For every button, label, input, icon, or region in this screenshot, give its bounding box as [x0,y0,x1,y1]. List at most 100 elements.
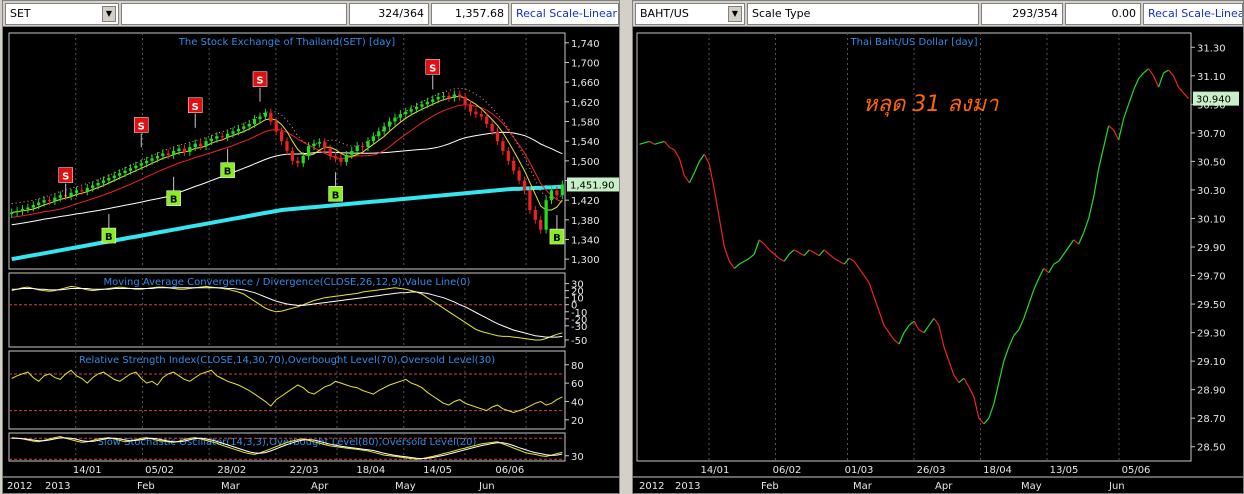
x-month-label: Mar [221,481,241,492]
right-toolbar: BAHT/US ▼ Scale Type 293/354 0.00 Recal … [633,1,1243,27]
candle-body [436,96,440,100]
x-month-label: May [395,481,416,492]
x-date-label: 05/02 [145,465,174,476]
x-month-label: 2013 [45,481,70,492]
price-segment [753,239,760,255]
price-segment [1063,246,1070,255]
candle-body [47,200,52,202]
candle-body [296,160,300,164]
y-tick-label: 1,660 [571,78,600,89]
set-chart-canvas[interactable]: 1,7401,7001,6601,6201,5801,5401,5001,460… [3,27,620,494]
x-month-label: Feb [761,481,779,492]
symbol-select[interactable]: BAHT/US ▼ [635,3,745,25]
price-segment [838,260,845,265]
candle-body [285,141,289,151]
candle-body [501,141,505,151]
price-segment [983,417,990,425]
candle-body [425,101,429,105]
price-segment [1133,78,1140,91]
candle-body [490,123,494,132]
price-segment [663,141,670,148]
x-date-label: 14/01 [701,465,730,476]
price-segment [853,260,860,269]
price-segment [863,275,870,284]
price-segment [678,158,685,176]
candle-body [560,184,564,196]
ma-short-line [11,104,563,218]
symbol-select[interactable]: SET ▼ [5,3,119,25]
candle-body [533,210,537,220]
sell-signal-label: S [192,102,199,113]
price-segment [953,375,960,383]
candle-body [20,209,25,211]
price-segment [1172,75,1180,88]
price-segment [649,140,655,145]
chevron-down-icon[interactable]: ▼ [102,6,116,22]
price-segment [848,257,855,262]
candle-body [15,210,19,213]
y-tick-label: 30.10 [1197,214,1226,225]
candle-body [544,200,548,230]
candle-body [290,151,295,161]
price-segment [744,257,750,262]
panel-title: Thai Baht/US Dollar [day] [850,37,978,48]
candle-body [479,114,483,117]
recal-scale-button[interactable]: Recal Scale-Linear [1143,3,1243,25]
candle-body [220,136,224,138]
y-tick-label: 29.70 [1197,272,1226,283]
candle-body [118,173,122,176]
buy-signal-label: B [105,232,113,243]
left-toolbar: SET ▼ 324/364 1,357.68 Recal Scale-Linea… [3,1,619,27]
baht-chart-canvas[interactable]: 31.3031.1030.9030.7030.5030.3030.1029.90… [633,27,1244,494]
x-month-label: Apr [935,481,953,492]
sell-signal-label: S [138,121,145,132]
candle-body [398,114,402,118]
x-month-label: Mar [853,481,873,492]
price-segment [783,253,790,262]
x-date-label: 06/06 [495,465,524,476]
price-segment [1163,69,1169,74]
candle-body [360,146,365,148]
price-segment [923,325,930,333]
x-axis-left: 14/01 05/02 28/02 22/03 18/04 14/05 06/06 2012 2… [3,465,619,492]
rsi-line [11,369,563,414]
price-segment [673,149,680,159]
candle-body [539,219,543,230]
candle-body [269,112,273,122]
x-month-label: May [1021,481,1042,492]
sell-signal-label: S [256,76,263,87]
price-segment [803,249,810,256]
chevron-down-icon[interactable]: ▼ [728,6,742,22]
price-segment [858,268,865,276]
scale-type-box: Scale Type [747,3,979,25]
price-segment [1148,68,1155,77]
y-tick-label: 30 [571,452,584,463]
panel-title: The Stock Exchange of Thailand(SET) [day… [178,37,395,48]
x-month-label: Jun [478,481,495,492]
candle-body [387,121,392,127]
y-tick-label: 40 [571,397,584,408]
candle-body [85,187,89,192]
recal-scale-button[interactable]: Recal Scale-Linear [511,3,619,25]
baht-panel: 31.3031.1030.9030.7030.5030.3030.1029.90… [636,32,1239,462]
candle-body [42,200,46,203]
price-segment [813,252,820,257]
price-segment [1018,318,1025,330]
candle-body [145,160,149,164]
set-chart-pane[interactable]: SET ▼ 324/364 1,357.68 Recal Scale-Linea… [2,0,620,494]
price-segment [1153,75,1160,88]
y-tick-label: 29.10 [1197,357,1226,368]
baht-chart-pane[interactable]: BAHT/US ▼ Scale Type 293/354 0.00 Recal … [632,0,1244,494]
x-date-label: 22/03 [290,465,319,476]
panel-title: Moving Average Convergence / Divergence(… [104,277,471,288]
price-segment [728,260,735,269]
x-date-label: 14/01 [73,465,102,476]
macd-line [11,285,563,341]
candle-body [382,126,386,132]
price-segment [1178,86,1184,94]
price-segment [943,346,950,362]
candle-body [26,207,30,210]
price-segment [1078,232,1085,245]
price-segment [748,253,755,259]
candle-body [355,146,359,151]
